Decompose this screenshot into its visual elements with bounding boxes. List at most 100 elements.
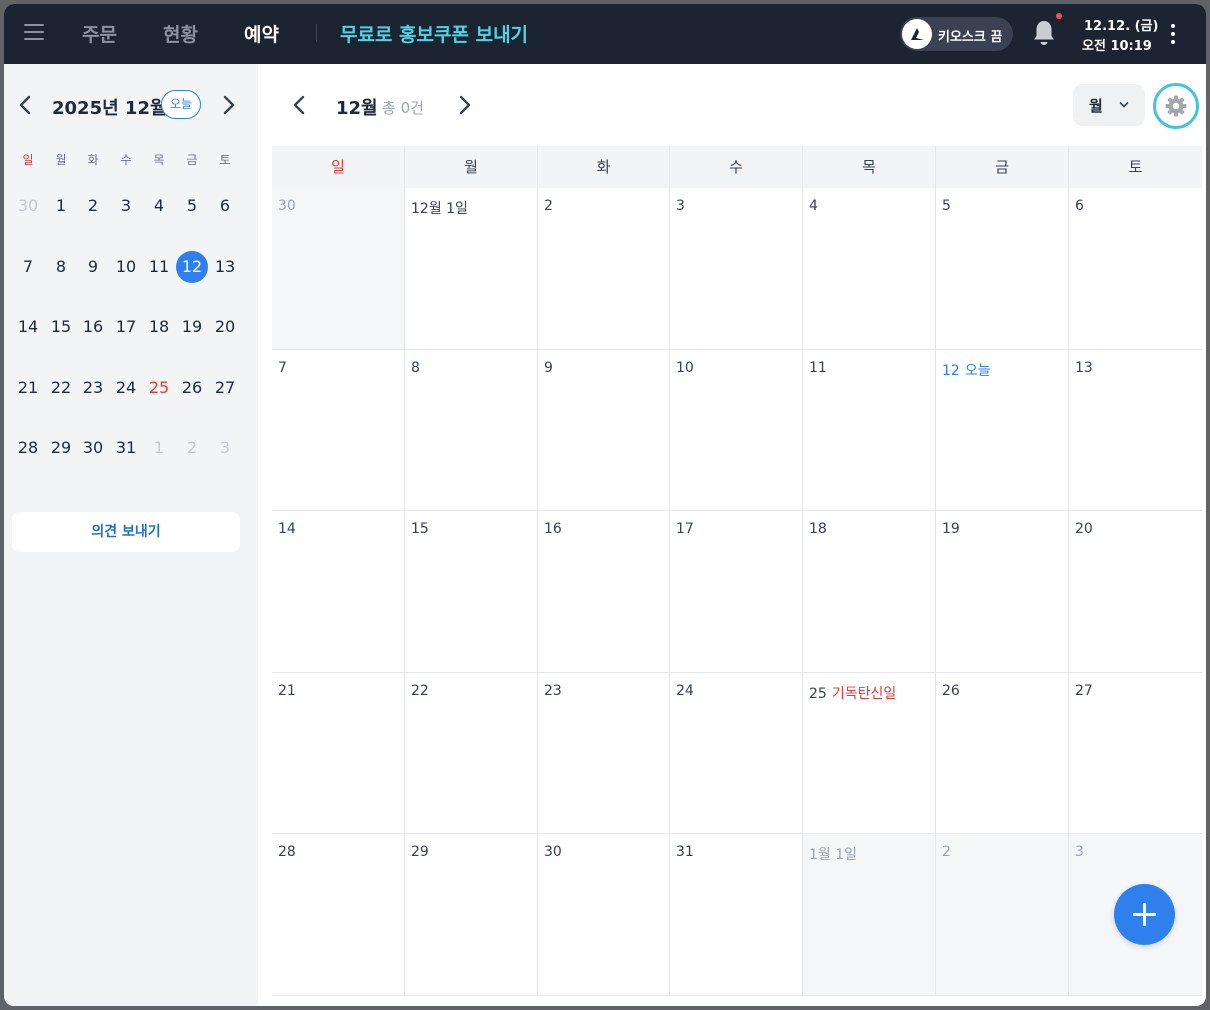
mini-day-cell[interactable]: 31 [110, 432, 142, 464]
mini-day-cell[interactable]: 19 [176, 311, 208, 343]
today-button[interactable]: 오늘 [161, 90, 201, 119]
calendar-day-cell[interactable]: 2 [538, 188, 670, 350]
mini-day-cell[interactable]: 23 [77, 372, 109, 404]
calendar-day-cell[interactable]: 12 오늘 [936, 350, 1069, 511]
calendar-day-cell[interactable]: 7 [272, 350, 405, 511]
mini-day-cell[interactable]: 8 [45, 251, 77, 283]
mini-day-cell[interactable]: 28 [12, 432, 44, 464]
menu-icon[interactable] [24, 24, 44, 40]
mini-day-cell[interactable]: 7 [12, 251, 44, 283]
mini-day-cell[interactable]: 4 [143, 190, 175, 222]
mini-day-cell[interactable]: 15 [45, 311, 77, 343]
mini-day-cell[interactable]: 11 [143, 251, 175, 283]
tab-status[interactable]: 현황 [163, 20, 198, 47]
prev-month-chevron-left-icon[interactable] [290, 94, 310, 116]
feedback-button[interactable]: 의견 보내기 [12, 512, 240, 552]
calendar-day-cell[interactable]: 21 [272, 673, 405, 834]
mini-day-cell[interactable]: 30 [77, 432, 109, 464]
day-label: 1월 1일 [809, 844, 857, 864]
bell-icon[interactable] [1030, 18, 1058, 48]
promo-coupon-link[interactable]: 무료로 홍보쿠폰 보내기 [340, 20, 528, 47]
mini-day-cell[interactable]: 26 [176, 372, 208, 404]
calendar-day-cell[interactable]: 28 [272, 834, 405, 996]
day-label: 8 [411, 360, 420, 376]
calendar-day-cell[interactable]: 15 [405, 511, 538, 673]
calendar-day-cell[interactable]: 20 [1069, 511, 1202, 673]
weekday-label: 월 [405, 146, 538, 188]
calendar-day-cell[interactable]: 31 [670, 834, 803, 996]
calendar-day-cell[interactable]: 19 [936, 511, 1069, 673]
calendar-day-cell[interactable]: 9 [538, 350, 670, 511]
day-label: 24 [676, 683, 694, 699]
mini-day-cell[interactable]: 2 [77, 190, 109, 222]
mini-day-cell[interactable]: 25 [143, 372, 175, 404]
calendar-day-cell[interactable]: 30 [272, 188, 405, 350]
mini-day-cell[interactable]: 16 [77, 311, 109, 343]
mini-day-cell[interactable]: 10 [110, 251, 142, 283]
calendar-day-cell[interactable]: 5 [936, 188, 1069, 350]
day-number: 16 [544, 521, 562, 537]
calendar-day-cell[interactable]: 22 [405, 673, 538, 834]
calendar-day-cell[interactable]: 18 [803, 511, 936, 673]
sidebar: 2025년 12월 오늘 일월화수목금토 30 1 2 3 4 5 6 7 8 9 10 11 12 13… [4, 64, 258, 1006]
calendar-day-cell[interactable]: 1월 1일 [803, 834, 936, 996]
mini-day-cell[interactable]: 21 [12, 372, 44, 404]
mini-next-month-chevron-right-icon[interactable] [218, 94, 238, 116]
kiosk-toggle[interactable]: 키오스크 끔 [900, 17, 1013, 51]
view-mode-label: 월 [1089, 97, 1103, 115]
calendar-day-cell[interactable]: 3 [670, 188, 803, 350]
mini-day-cell[interactable]: 1 [143, 432, 175, 464]
calendar-day-cell[interactable]: 2 [936, 834, 1069, 996]
settings-button[interactable] [1153, 83, 1199, 129]
mini-prev-month-chevron-left-icon[interactable] [16, 94, 36, 116]
day-label: 26 [942, 683, 960, 699]
calendar-day-cell[interactable]: 8 [405, 350, 538, 511]
mini-day-selected[interactable]: 12 [176, 250, 208, 283]
mini-day-cell[interactable]: 24 [110, 372, 142, 404]
mini-day-cell[interactable]: 20 [209, 311, 241, 343]
view-mode-select[interactable]: 월 [1073, 84, 1145, 126]
mini-day-cell[interactable]: 17 [110, 311, 142, 343]
day-number: 9 [544, 360, 553, 376]
calendar-day-cell[interactable]: 30 [538, 834, 670, 996]
tab-reservation[interactable]: 예약 [244, 20, 279, 47]
day-label: 19 [942, 521, 960, 537]
calendar-day-cell[interactable]: 14 [272, 511, 405, 673]
add-reservation-button[interactable] [1114, 884, 1175, 945]
mini-day-cell[interactable]: 14 [12, 311, 44, 343]
day-label: 2 [544, 198, 553, 214]
calendar-day-cell[interactable]: 6 [1069, 188, 1202, 350]
calendar-day-cell[interactable]: 12월 1일 [405, 188, 538, 350]
mini-day-cell[interactable]: 1 [45, 190, 77, 222]
calendar-day-cell[interactable]: 29 [405, 834, 538, 996]
day-number: 26 [942, 683, 960, 699]
mini-day-cell[interactable]: 30 [12, 190, 44, 222]
weekday-label: 목 [803, 146, 936, 188]
mini-day-cell[interactable]: 29 [45, 432, 77, 464]
tab-order[interactable]: 주문 [82, 20, 117, 47]
mini-day-cell[interactable]: 27 [209, 372, 241, 404]
calendar-day-cell[interactable]: 11 [803, 350, 936, 511]
calendar-day-cell[interactable]: 25 기독탄신일 [803, 673, 936, 834]
next-month-chevron-right-icon[interactable] [454, 94, 474, 116]
calendar-day-cell[interactable]: 4 [803, 188, 936, 350]
mini-day-cell[interactable]: 2 [176, 432, 208, 464]
mini-day-cell[interactable]: 6 [209, 190, 241, 222]
mini-day-cell[interactable]: 13 [209, 251, 241, 283]
mini-day-cell[interactable]: 22 [45, 372, 77, 404]
mini-day-cell[interactable]: 5 [176, 190, 208, 222]
calendar-day-cell[interactable]: 26 [936, 673, 1069, 834]
calendar-day-cell[interactable]: 10 [670, 350, 803, 511]
mini-day-cell[interactable]: 18 [143, 311, 175, 343]
mini-day-cell[interactable]: 3 [110, 190, 142, 222]
calendar-day-cell[interactable]: 17 [670, 511, 803, 673]
mini-day-cell[interactable]: 3 [209, 432, 241, 464]
calendar-day-cell[interactable]: 13 [1069, 350, 1202, 511]
calendar-day-cell[interactable]: 24 [670, 673, 803, 834]
day-label: 3 [1075, 844, 1084, 860]
more-vertical-icon[interactable] [1166, 22, 1180, 46]
calendar-day-cell[interactable]: 23 [538, 673, 670, 834]
mini-day-cell[interactable]: 9 [77, 251, 109, 283]
calendar-day-cell[interactable]: 16 [538, 511, 670, 673]
calendar-day-cell[interactable]: 27 [1069, 673, 1202, 834]
